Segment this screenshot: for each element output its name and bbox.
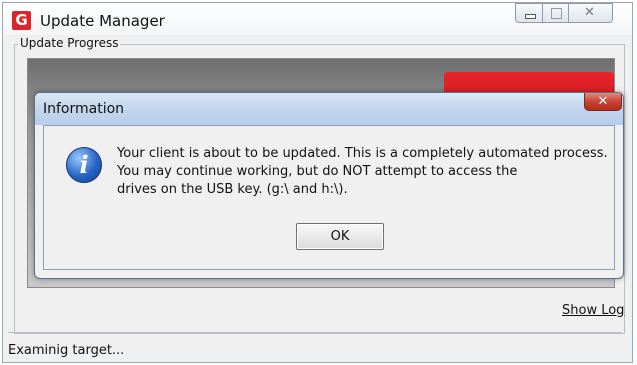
close-icon: ✕	[597, 94, 609, 109]
app-logo-icon: G	[12, 11, 31, 30]
info-icon: i	[66, 147, 102, 183]
message-line-3: drives on the USB key. (g:\ and h:\).	[117, 182, 348, 197]
status-text: Examinig target...	[8, 343, 125, 358]
dialog-close-button[interactable]: ✕	[584, 93, 622, 111]
title-bar[interactable]: G Update Manager ✕	[3, 3, 632, 35]
minimize-icon	[525, 14, 536, 19]
show-log-link[interactable]: Show Log	[562, 303, 624, 318]
maximize-button[interactable]	[542, 3, 569, 23]
group-label: Update Progress	[18, 36, 121, 50]
dialog-body: i Your client is about to be updated. Th…	[43, 125, 615, 270]
close-button[interactable]: ✕	[568, 3, 613, 23]
ok-button[interactable]: OK	[296, 223, 384, 250]
message-line-2: You may continue working, but do NOT att…	[117, 164, 518, 179]
minimize-button[interactable]	[515, 3, 543, 23]
maximize-icon	[551, 8, 562, 19]
status-divider	[8, 332, 622, 333]
information-dialog: Information ✕ i Your client is about to …	[34, 92, 624, 279]
close-icon: ✕	[584, 5, 595, 20]
window-title: Update Manager	[40, 12, 165, 30]
dialog-title: Information	[43, 101, 125, 117]
message-line-1: Your client is about to be updated. This…	[117, 146, 608, 161]
